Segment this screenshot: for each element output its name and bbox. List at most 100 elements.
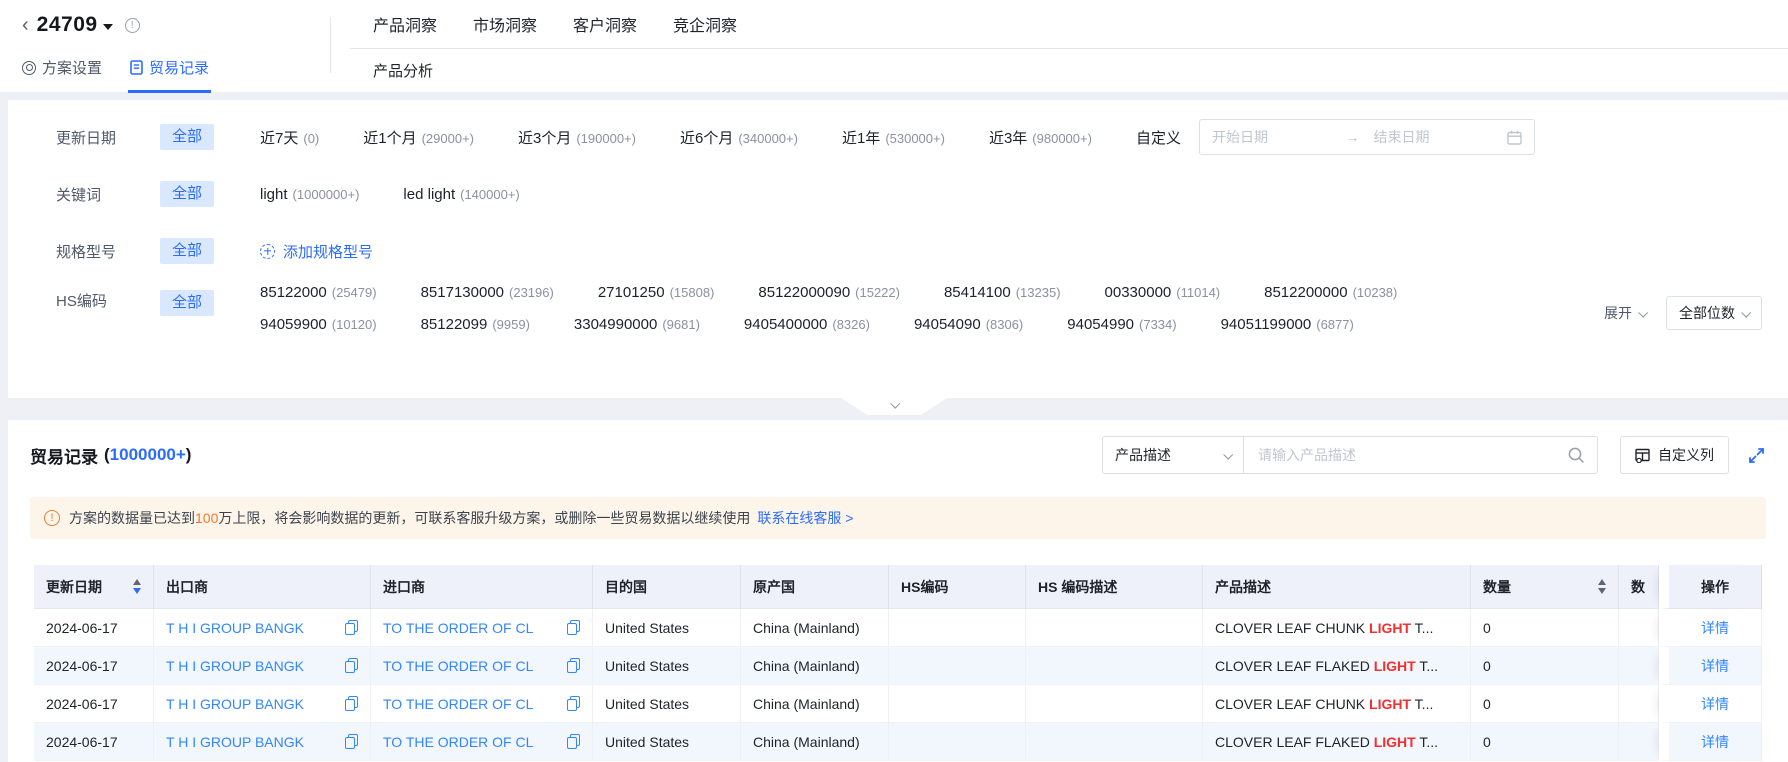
company-link[interactable]: T H I GROUP BANGK bbox=[166, 696, 304, 712]
filter-option[interactable]: 85122099 (9959) bbox=[421, 316, 530, 333]
sort-desc-icon[interactable] bbox=[1598, 588, 1606, 594]
company-link[interactable]: TO THE ORDER OF CL bbox=[383, 696, 533, 712]
date-range-picker[interactable]: 开始日期 → 结束日期 bbox=[1198, 119, 1535, 155]
copy-icon[interactable] bbox=[567, 734, 580, 749]
fullscreen-icon[interactable] bbox=[1747, 446, 1766, 465]
column-header: 目的国 bbox=[593, 565, 741, 609]
option-count: (10120) bbox=[331, 317, 377, 332]
sort-asc-icon[interactable] bbox=[1598, 579, 1606, 585]
filter-option[interactable]: 85122000090 (15222) bbox=[758, 284, 900, 301]
customize-columns-button[interactable]: 自定义列 bbox=[1620, 436, 1729, 474]
back-icon[interactable]: ‹ bbox=[22, 15, 29, 35]
filter-option[interactable]: 9405400000 (8326) bbox=[744, 316, 870, 333]
digits-select[interactable]: 全部位数 bbox=[1666, 296, 1762, 330]
add-spec-button[interactable]: 添加规格型号 bbox=[260, 241, 373, 262]
filter-option[interactable]: 3304990000 (9681) bbox=[574, 316, 700, 333]
cell-importer-content: TO THE ORDER OF CL bbox=[383, 734, 580, 750]
filter-option[interactable]: 近7天 (0) bbox=[260, 127, 319, 148]
cell-hs-desc bbox=[1026, 647, 1203, 685]
copy-icon[interactable] bbox=[567, 696, 580, 711]
copy-icon[interactable] bbox=[345, 696, 358, 711]
detail-link[interactable]: 详情 bbox=[1701, 734, 1729, 750]
filter-option[interactable]: 近1个月 (29000+) bbox=[363, 127, 474, 148]
sort-desc-icon[interactable] bbox=[133, 588, 141, 594]
filter-all-chip[interactable]: 全部 bbox=[160, 238, 215, 264]
company-link[interactable]: T H I GROUP BANGK bbox=[166, 734, 304, 750]
filter-option[interactable]: 94054090 (8306) bbox=[914, 316, 1023, 333]
search-input[interactable] bbox=[1256, 446, 1567, 464]
filter-option[interactable]: 近3年 (980000+) bbox=[989, 127, 1092, 148]
sort-asc-icon[interactable] bbox=[133, 579, 141, 585]
collapse-filter-handle[interactable] bbox=[841, 398, 947, 415]
custom-date-option[interactable]: 自定义 bbox=[1136, 127, 1181, 148]
table-head: 更新日期 出口商 进口商 目的国 原产国 HS编码 HS 编码描述 产品描述 数量 数操作 bbox=[34, 565, 1762, 609]
info-icon[interactable] bbox=[124, 17, 140, 33]
end-date-placeholder: 结束日期 bbox=[1373, 129, 1430, 145]
filter-option[interactable]: 近6个月 (340000+) bbox=[680, 127, 798, 148]
filter-option[interactable]: 85414100 (13235) bbox=[944, 284, 1061, 301]
copy-icon[interactable] bbox=[345, 734, 358, 749]
filter-option[interactable]: 近1年 (530000+) bbox=[842, 127, 945, 148]
company-link[interactable]: T H I GROUP BANGK bbox=[166, 620, 304, 636]
column-header: 出口商 bbox=[154, 565, 371, 609]
filter-option[interactable]: 8517130000 (23196) bbox=[421, 284, 554, 301]
detail-link[interactable]: 详情 bbox=[1701, 696, 1729, 712]
option-name: 27101250 bbox=[597, 284, 665, 301]
option-count: (29000+) bbox=[421, 130, 474, 146]
filter-option[interactable]: light (1000000+) bbox=[260, 186, 359, 203]
copy-icon[interactable] bbox=[567, 620, 580, 635]
expand-link[interactable]: 展开 bbox=[1604, 303, 1649, 323]
company-link[interactable]: TO THE ORDER OF CL bbox=[383, 734, 533, 750]
hs-line-1: 85122000 (25479) 8517130000 (23196) 27101250… bbox=[260, 284, 1397, 301]
filter-option[interactable]: 近3个月 (190000+) bbox=[518, 127, 636, 148]
copy-icon[interactable] bbox=[345, 658, 358, 673]
filter-all-chip[interactable]: 全部 bbox=[160, 290, 215, 316]
search-icon[interactable] bbox=[1567, 446, 1585, 464]
cell-action: 详情 bbox=[1659, 723, 1762, 761]
filter-option[interactable]: 27101250 (15808) bbox=[598, 284, 715, 301]
cell-exporter-content: T H I GROUP BANGK bbox=[166, 658, 358, 674]
column-header: 操作 bbox=[1659, 565, 1762, 609]
nav-item[interactable]: 市场洞察 bbox=[473, 12, 537, 36]
nav-item[interactable]: 竞企洞察 bbox=[673, 12, 737, 36]
filter-option[interactable]: 94054990 (7334) bbox=[1067, 316, 1176, 333]
search-field-select[interactable]: 产品描述 bbox=[1102, 436, 1244, 474]
calendar-icon bbox=[1507, 130, 1522, 145]
detail-link[interactable]: 详情 bbox=[1701, 620, 1729, 636]
filter-all-chip[interactable]: 全部 bbox=[160, 181, 215, 207]
table-row: 2024-06-17 T H I GROUP BANGK TO THE ORDER … bbox=[34, 723, 1762, 761]
filter-option[interactable]: 94051199000 (6877) bbox=[1221, 316, 1354, 333]
cell-importer: TO THE ORDER OF CL bbox=[371, 647, 593, 685]
nav-item[interactable]: 产品洞察 bbox=[373, 12, 437, 36]
copy-icon[interactable] bbox=[567, 658, 580, 673]
tab-plan-settings[interactable]: 方案设置 bbox=[22, 57, 102, 78]
option-count: (9959) bbox=[492, 317, 530, 332]
filter-panel: 更新日期 全部 近7天 (0) 近1个月 (29000+) 近3个月 (190000+) 近… bbox=[8, 100, 1788, 398]
warning-text-post: 万上限，将会影响数据的更新，可联系客服升级方案，或删除一些贸易数据以继续使用 bbox=[218, 510, 751, 526]
filter-option[interactable]: 8512200000 (10238) bbox=[1264, 284, 1397, 301]
option-name: 9405400000 bbox=[743, 316, 828, 333]
filter-option[interactable]: led light (140000+) bbox=[403, 186, 519, 203]
company-link[interactable]: T H I GROUP BANGK bbox=[166, 658, 304, 674]
company-link[interactable]: TO THE ORDER OF CL bbox=[383, 620, 533, 636]
column-header: 更新日期 bbox=[34, 565, 154, 609]
filter-row-hs-code: HS编码 全部 85122000 (25479) 8517130000 (23196)… bbox=[8, 284, 1788, 333]
filter-option[interactable]: 85122000 (25479) bbox=[260, 284, 377, 301]
tab-label: 贸易记录 bbox=[149, 60, 210, 77]
plan-dropdown-caret-icon[interactable] bbox=[102, 24, 113, 30]
cell-product-desc: CLOVER LEAF FLAKED LIGHT T... bbox=[1203, 723, 1471, 761]
tab-trade-records[interactable]: 贸易记录 bbox=[128, 57, 212, 93]
contact-support-link[interactable]: 联系在线客服 > bbox=[757, 508, 853, 528]
nav-item[interactable]: 客户洞察 bbox=[573, 12, 637, 36]
filter-option[interactable]: 00330000 (11014) bbox=[1105, 284, 1221, 301]
desc-pre: CLOVER LEAF FLAKED bbox=[1215, 657, 1374, 674]
detail-link[interactable]: 详情 bbox=[1701, 658, 1729, 674]
copy-icon[interactable] bbox=[345, 620, 358, 635]
company-link[interactable]: TO THE ORDER OF CL bbox=[383, 658, 533, 674]
filter-all-chip[interactable]: 全部 bbox=[160, 124, 215, 150]
column-header: HS 编码描述 bbox=[1026, 565, 1203, 609]
option-count: (980000+) bbox=[1032, 130, 1092, 146]
plan-id[interactable]: 24709 bbox=[37, 13, 98, 37]
filter-option[interactable]: 94059900 (10120) bbox=[260, 316, 377, 333]
subnav-product-analysis[interactable]: 产品分析 bbox=[373, 60, 433, 81]
